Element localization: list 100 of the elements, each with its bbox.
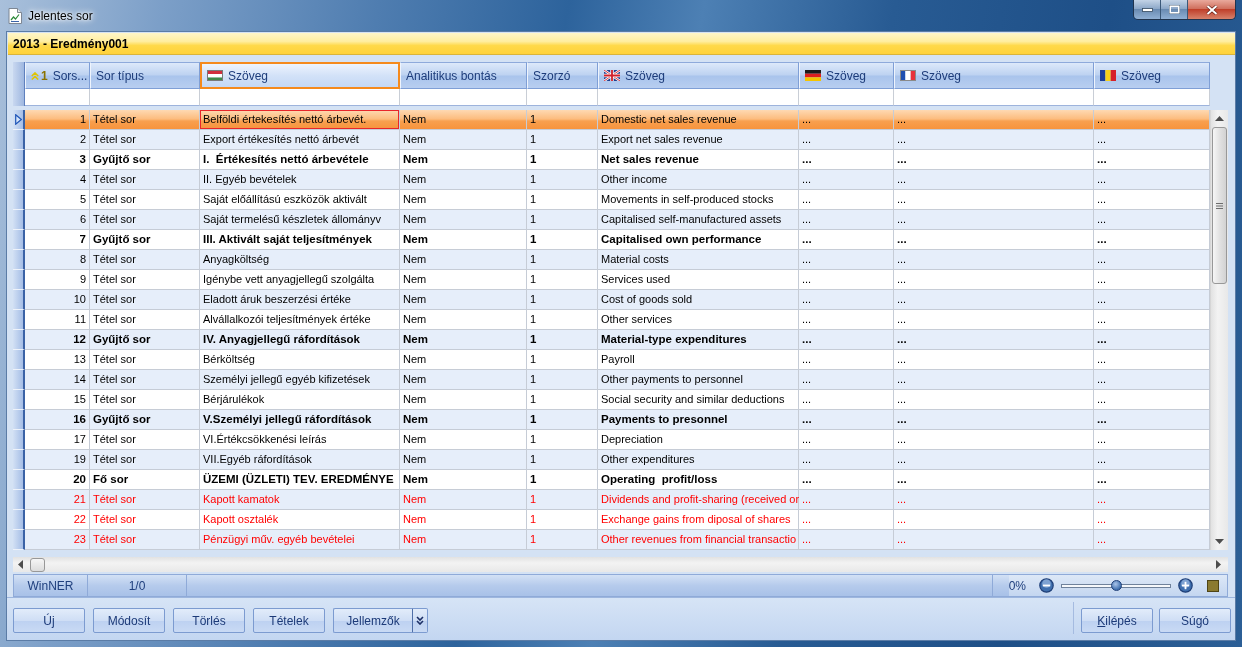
table-row[interactable]: 1 Tétel sor Belföldi értekesítés nettó árbevét. Nem 1 Domestic net sales revenue ... ... ... xyxy=(13,110,1210,130)
row-selector[interactable] xyxy=(13,270,25,290)
column-header[interactable]: Szorzó xyxy=(527,62,598,89)
column-header[interactable]: 1 Sors... xyxy=(25,62,90,89)
table-row[interactable]: 2 Tétel sor Export értékesítés nettó árbevét Nem 1 Export net sales revenue ... ... ... xyxy=(13,130,1210,150)
table-row[interactable]: 13 Tétel sor Bérköltség Nem 1 Payroll ... ... ... xyxy=(13,350,1210,370)
row-selector[interactable] xyxy=(13,110,25,130)
table-cell: ... xyxy=(799,530,894,550)
row-selector[interactable] xyxy=(13,410,25,430)
table-row[interactable]: 3 Gyűjtő sor I. Értékesítés nettó árbevétele Nem 1 Net sales revenue ... ... ... xyxy=(13,150,1210,170)
row-selector[interactable] xyxy=(13,190,25,210)
table-cell: ... xyxy=(894,530,1094,550)
scroll-left-arrow-icon[interactable] xyxy=(18,560,23,569)
table-row[interactable]: 15 Tétel sor Bérjárulékok Nem 1 Social security and similar deductions ... ... ... xyxy=(13,390,1210,410)
dialog-button[interactable]: Kilépés xyxy=(1081,608,1153,633)
table-row[interactable]: 6 Tétel sor Saját termelésű készletek állományv Nem 1 Capitalised self-manufactured assets ... ... ... xyxy=(13,210,1210,230)
scroll-thumb[interactable] xyxy=(30,557,45,572)
column-header[interactable]: Sor típus xyxy=(90,62,200,89)
table-cell: Belföldi értekesítés nettó árbevét. xyxy=(200,110,400,130)
table-row[interactable]: 22 Tétel sor Kapott osztalék Nem 1 Exchange gains from diposal of shares ... ... ... xyxy=(13,510,1210,530)
filter-field[interactable] xyxy=(894,89,1094,106)
column-header[interactable]: Analitikus bontás xyxy=(400,62,527,89)
row-selector[interactable] xyxy=(13,470,25,490)
horizontal-scrollbar[interactable] xyxy=(13,557,1228,572)
filter-field[interactable] xyxy=(400,89,527,106)
report-title: 2013 - Eredmény001 xyxy=(13,36,129,51)
filter-field[interactable] xyxy=(90,89,200,106)
filter-field[interactable] xyxy=(25,89,90,106)
document-chart-icon xyxy=(8,8,22,24)
row-selector[interactable] xyxy=(13,250,25,270)
table-row[interactable]: 20 Fő sor ÜZEMI (ÜZLETI) TEV. EREDMÉNYE Nem 1 Operating profit/loss ... ... ... xyxy=(13,470,1210,490)
row-selector[interactable] xyxy=(13,490,25,510)
row-selector[interactable] xyxy=(13,370,25,390)
table-row[interactable]: 17 Tétel sor VI.Értékcsökkenési leírás Nem 1 Depreciation ... ... ... xyxy=(13,430,1210,450)
table-row[interactable]: 16 Gyűjtő sor V.Személyi jellegű ráfordítások Nem 1 Payments to presonnel ... ... ... xyxy=(13,410,1210,430)
vertical-scrollbar[interactable] xyxy=(1210,110,1228,550)
row-selector[interactable] xyxy=(13,310,25,330)
table-cell: Tétel sor xyxy=(90,530,200,550)
column-header[interactable]: Szöveg xyxy=(200,62,400,89)
row-selector[interactable] xyxy=(13,210,25,230)
column-header[interactable]: Szöveg xyxy=(894,62,1094,89)
table-row[interactable]: 19 Tétel sor VII.Egyéb ráfordítások Nem 1 Other expenditures ... ... ... xyxy=(13,450,1210,470)
row-pointer-icon xyxy=(14,114,22,125)
double-chevron-down-icon xyxy=(416,616,424,625)
action-button[interactable]: Törlés xyxy=(173,608,245,633)
table-row[interactable]: 10 Tétel sor Eladott áruk beszerzési értéke Nem 1 Cost of goods sold ... ... ... xyxy=(13,290,1210,310)
scroll-right-arrow-icon[interactable] xyxy=(1216,560,1221,569)
row-selector[interactable] xyxy=(13,170,25,190)
table-row[interactable]: 11 Tétel sor Alvállalkozói teljesítmények értéke Nem 1 Other services ... ... ... xyxy=(13,310,1210,330)
table-row[interactable]: 8 Tétel sor Anyagköltség Nem 1 Material costs ... ... ... xyxy=(13,250,1210,270)
minimize-button[interactable] xyxy=(1134,0,1161,19)
filter-field[interactable] xyxy=(799,89,894,106)
table-cell: Nem xyxy=(400,530,527,550)
row-selector[interactable] xyxy=(13,350,25,370)
row-selector[interactable] xyxy=(13,130,25,150)
table-row[interactable]: 5 Tétel sor Saját előállítású eszközök aktivált Nem 1 Movements in self-produced stocks ... ... ... xyxy=(13,190,1210,210)
column-header[interactable]: Szöveg xyxy=(1094,62,1210,89)
filter-field[interactable] xyxy=(598,89,799,106)
close-button[interactable] xyxy=(1188,0,1235,19)
filter-field[interactable] xyxy=(1094,89,1210,106)
row-selector[interactable] xyxy=(13,510,25,530)
row-selector[interactable] xyxy=(13,450,25,470)
action-button[interactable]: Módosít xyxy=(93,608,165,633)
scroll-thumb[interactable] xyxy=(1212,127,1227,284)
filter-field[interactable] xyxy=(200,89,400,106)
dropdown-button[interactable] xyxy=(412,608,428,633)
filter-row-selector xyxy=(13,89,25,106)
table-row[interactable]: 14 Tétel sor Személyi jellegű egyéb kifizetések Nem 1 Other payments to personnel ... ... ... xyxy=(13,370,1210,390)
table-cell: Pénzügyi műv. egyéb bevételei xyxy=(200,530,400,550)
action-button[interactable]: Tételek xyxy=(253,608,325,633)
row-selector[interactable] xyxy=(13,430,25,450)
row-selector[interactable] xyxy=(13,530,25,550)
table-row[interactable]: 12 Gyűjtő sor IV. Anyagjellegű ráfordítások Nem 1 Material-type expenditures ... ... ... xyxy=(13,330,1210,350)
zoom-in-icon[interactable] xyxy=(1178,578,1193,593)
filter-field[interactable] xyxy=(527,89,598,106)
action-button[interactable]: Új xyxy=(13,608,85,633)
zoom-out-icon[interactable] xyxy=(1039,578,1054,593)
column-header[interactable]: Szöveg xyxy=(598,62,799,89)
table-cell: Other revenues from financial transactio xyxy=(598,530,799,550)
table-cell: 1 xyxy=(527,530,598,550)
row-selector[interactable] xyxy=(13,150,25,170)
table-row[interactable]: 7 Gyűjtő sor III. Aktivált saját teljesítmények Nem 1 Capitalised own performance ... ... ... xyxy=(13,230,1210,250)
maximize-button[interactable] xyxy=(1161,0,1188,19)
table-row[interactable]: 4 Tétel sor II. Egyéb bevételek Nem 1 Other income ... ... ... xyxy=(13,170,1210,190)
row-selector[interactable] xyxy=(13,390,25,410)
british-flag-icon xyxy=(604,70,620,81)
column-header[interactable]: Szöveg xyxy=(799,62,894,89)
window-title: Jelentes sor xyxy=(28,9,93,23)
scroll-up-arrow-icon[interactable] xyxy=(1215,116,1224,121)
slider-thumb[interactable] xyxy=(1111,579,1122,591)
row-selector[interactable] xyxy=(13,330,25,350)
dialog-button[interactable]: Súgó xyxy=(1159,608,1231,633)
zoom-percent: 0% xyxy=(1008,578,1026,593)
row-selector[interactable] xyxy=(13,290,25,310)
german-flag-icon xyxy=(805,70,821,81)
table-row[interactable]: 9 Tétel sor Igénybe vett anyagjellegű szolgálta Nem 1 Services used ... ... ... xyxy=(13,270,1210,290)
row-selector[interactable] xyxy=(13,230,25,250)
zoom-slider[interactable] xyxy=(1061,583,1171,588)
scroll-down-arrow-icon[interactable] xyxy=(1215,539,1224,544)
menu-button[interactable]: Jellemzők xyxy=(333,608,412,633)
